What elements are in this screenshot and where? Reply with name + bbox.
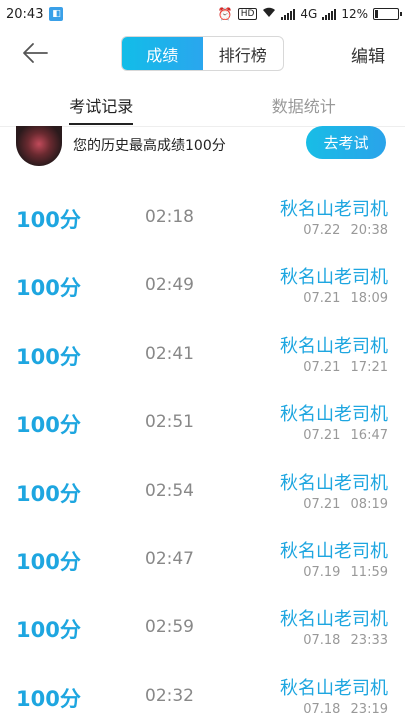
- record-score: 100分: [16, 481, 81, 506]
- list-item[interactable]: 100分 02:47 秋名山老司机 07.19 11:59: [0, 524, 405, 592]
- record-user-name: 秋名山老司机: [280, 609, 388, 631]
- battery-percent: 12%: [341, 7, 368, 21]
- record-date: 07.21 18:09: [303, 291, 388, 307]
- record-score: 100分: [16, 686, 81, 711]
- record-duration: 02:47: [145, 548, 194, 569]
- record-score: 100分: [16, 618, 81, 643]
- avatar[interactable]: [16, 126, 62, 166]
- network-type: 4G: [300, 7, 318, 21]
- record-score: 100分: [16, 344, 81, 369]
- list-item[interactable]: 100分 02:18 秋名山老司机 07.22 20:38: [0, 182, 405, 250]
- segment-control: 成绩 排行榜: [121, 36, 284, 71]
- record-user-name: 秋名山老司机: [280, 335, 388, 357]
- signal-icon-2: [322, 8, 337, 20]
- list-item[interactable]: 100分 02:51 秋名山老司机 07.21 16:47: [0, 387, 405, 455]
- header: 成绩 排行榜 编辑: [0, 28, 405, 80]
- record-date: 07.22 20:38: [303, 223, 388, 238]
- list-item[interactable]: 100分 02:59 秋名山老司机 07.18 23:33: [0, 592, 405, 660]
- record-date: 07.21 17:21: [303, 359, 388, 375]
- record-duration: 02:51: [145, 412, 194, 433]
- record-duration: 02:18: [145, 207, 194, 227]
- record-date: 07.18 23:33: [303, 633, 388, 649]
- best-score-text: 您的历史最高成绩100分: [73, 138, 226, 154]
- status-right: ⏰ HD 4G 12%: [217, 7, 402, 21]
- record-user-name: 秋名山老司机: [280, 404, 388, 426]
- tab-exam-records[interactable]: 考试记录: [0, 84, 203, 126]
- status-bar: 20:43 ◧ ⏰ HD 4G 12%: [0, 0, 405, 28]
- record-user-name: 秋名山老司机: [280, 540, 388, 562]
- battery-fill: [375, 10, 378, 18]
- segment-ranking[interactable]: 排行榜: [203, 37, 284, 70]
- wifi-icon: [262, 7, 276, 21]
- signal-icon: [281, 8, 296, 20]
- back-button[interactable]: [18, 38, 52, 68]
- record-date: 07.18 23:19: [303, 701, 388, 717]
- list-item[interactable]: 100分 02:32 秋名山老司机 07.18 23:19: [0, 661, 405, 720]
- segment-scores[interactable]: 成绩: [122, 37, 203, 70]
- record-date: 07.21 08:19: [303, 496, 388, 512]
- record-user-name: 秋名山老司机: [280, 199, 388, 220]
- record-duration: 02:49: [145, 275, 194, 296]
- app-notification-icon: ◧: [49, 7, 64, 21]
- record-score: 100分: [16, 276, 81, 301]
- record-user-name: 秋名山老司机: [280, 677, 388, 699]
- go-exam-button[interactable]: 去考试: [306, 126, 386, 159]
- record-score: 100分: [16, 549, 81, 574]
- record-score: 100分: [16, 208, 81, 232]
- records-list: 100分 02:18 秋名山老司机 07.22 20:38 100分 02:49 秋名山老司…: [0, 182, 405, 720]
- record-date: 07.19 11:59: [303, 564, 388, 580]
- record-duration: 02:32: [145, 685, 194, 706]
- hd-icon: HD: [237, 8, 258, 20]
- tab-bar: 考试记录 数据统计: [0, 84, 405, 126]
- clock: 20:43: [6, 6, 44, 22]
- battery-icon: [373, 8, 402, 20]
- list-item[interactable]: 100分 02:54 秋名山老司机 07.21 08:19: [0, 456, 405, 524]
- record-duration: 02:59: [145, 617, 194, 638]
- record-duration: 02:54: [145, 480, 194, 501]
- status-left: 20:43 ◧: [6, 6, 64, 22]
- arrow-left-icon: [23, 43, 48, 63]
- record-duration: 02:41: [145, 343, 194, 364]
- record-user-name: 秋名山老司机: [280, 472, 388, 494]
- list-item[interactable]: 100分 02:41 秋名山老司机 07.21 17:21: [0, 319, 405, 387]
- alarm-icon: ⏰: [217, 7, 233, 21]
- best-score-row: 您的历史最高成绩100分 去考试: [0, 126, 405, 166]
- tab-statistics[interactable]: 数据统计: [203, 84, 405, 126]
- record-date: 07.21 16:47: [303, 428, 388, 444]
- edit-button[interactable]: 编辑: [351, 42, 385, 67]
- record-user-name: 秋名山老司机: [280, 267, 388, 289]
- list-item[interactable]: 100分 02:49 秋名山老司机 07.21 18:09: [0, 250, 405, 318]
- record-score: 100分: [16, 413, 81, 438]
